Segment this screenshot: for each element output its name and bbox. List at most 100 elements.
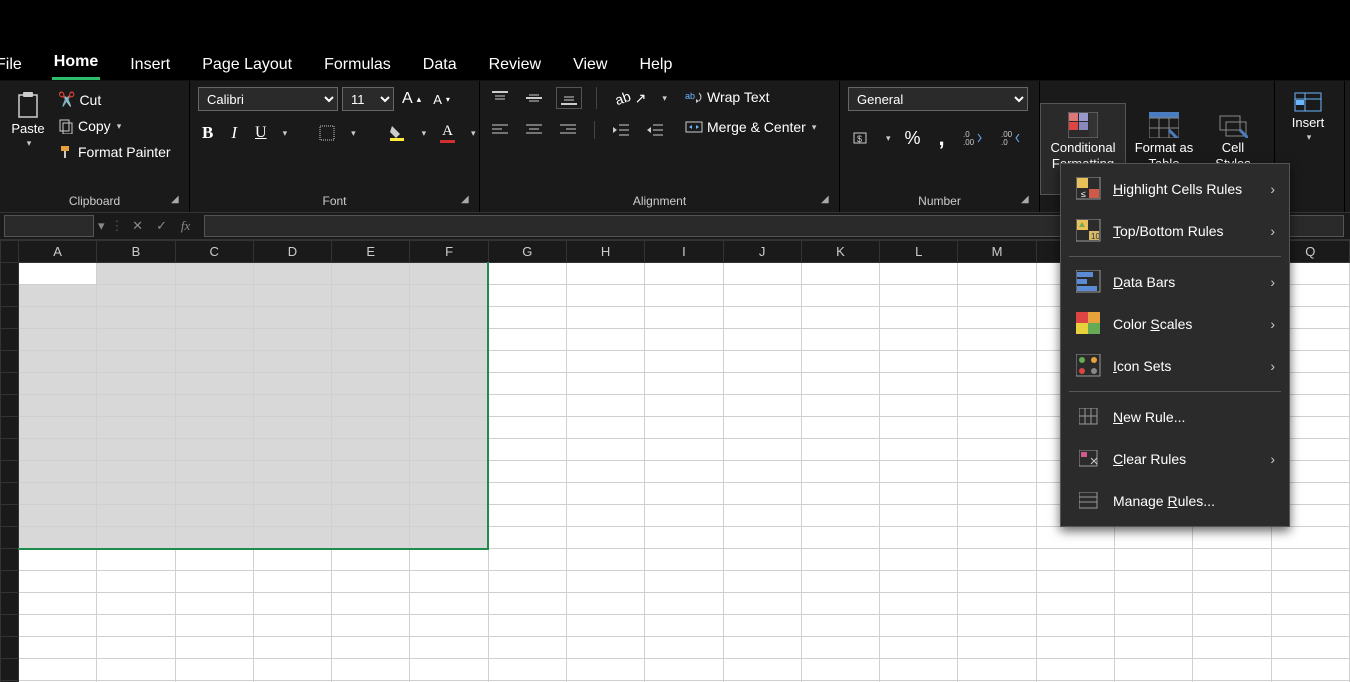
- dialog-launcher-icon[interactable]: ◢: [171, 194, 183, 206]
- underline-button[interactable]: U: [251, 122, 271, 144]
- dialog-launcher-icon[interactable]: ◢: [461, 194, 473, 206]
- font-color-button[interactable]: A: [436, 121, 459, 145]
- cell[interactable]: [723, 417, 801, 439]
- row-header[interactable]: [1, 307, 19, 329]
- cell[interactable]: [801, 593, 879, 615]
- cell[interactable]: [1193, 659, 1271, 681]
- cell[interactable]: [645, 549, 723, 571]
- cell[interactable]: [566, 637, 644, 659]
- cell[interactable]: [645, 329, 723, 351]
- cell[interactable]: [488, 637, 566, 659]
- cell[interactable]: [19, 461, 97, 483]
- cell[interactable]: [801, 505, 879, 527]
- column-header[interactable]: L: [880, 241, 958, 263]
- cell[interactable]: [566, 439, 644, 461]
- cell[interactable]: [1036, 527, 1114, 549]
- row-header[interactable]: [1, 461, 19, 483]
- row-header[interactable]: [1, 373, 19, 395]
- cell[interactable]: [958, 285, 1036, 307]
- cell[interactable]: [958, 307, 1036, 329]
- cell[interactable]: [488, 549, 566, 571]
- cell[interactable]: [410, 637, 488, 659]
- cell[interactable]: [1271, 615, 1350, 637]
- accounting-format-button[interactable]: $: [848, 128, 874, 148]
- row-header[interactable]: [1, 329, 19, 351]
- menu-highlight-cells-rules[interactable]: ≤ Highlight Cells Rules ›: [1061, 168, 1289, 210]
- cell[interactable]: [958, 329, 1036, 351]
- cell[interactable]: [253, 285, 331, 307]
- cell[interactable]: [880, 637, 958, 659]
- cell[interactable]: [410, 461, 488, 483]
- tab-view[interactable]: View: [571, 50, 609, 80]
- cell[interactable]: [723, 285, 801, 307]
- cell[interactable]: [488, 285, 566, 307]
- cell[interactable]: [958, 527, 1036, 549]
- cell[interactable]: [1114, 659, 1192, 681]
- cell[interactable]: [332, 549, 410, 571]
- cell[interactable]: [97, 571, 175, 593]
- cell[interactable]: [801, 285, 879, 307]
- cell[interactable]: [1036, 615, 1114, 637]
- cell[interactable]: [410, 615, 488, 637]
- cell[interactable]: [566, 549, 644, 571]
- cell[interactable]: [19, 571, 97, 593]
- cell[interactable]: [488, 263, 566, 285]
- row-header[interactable]: [1, 659, 19, 681]
- cell[interactable]: [488, 527, 566, 549]
- cell[interactable]: [723, 527, 801, 549]
- cell[interactable]: [175, 285, 253, 307]
- column-header[interactable]: E: [332, 241, 410, 263]
- cell[interactable]: [566, 329, 644, 351]
- cell[interactable]: [97, 615, 175, 637]
- cell[interactable]: [958, 549, 1036, 571]
- cell[interactable]: [410, 395, 488, 417]
- cell[interactable]: [410, 593, 488, 615]
- number-format-select[interactable]: General: [848, 87, 1028, 111]
- cell[interactable]: [880, 395, 958, 417]
- cell[interactable]: [97, 263, 175, 285]
- cell[interactable]: [1114, 615, 1192, 637]
- cell[interactable]: [253, 571, 331, 593]
- menu-icon-sets[interactable]: Icon Sets ›: [1061, 345, 1289, 387]
- cell[interactable]: [880, 461, 958, 483]
- cell[interactable]: [645, 527, 723, 549]
- cell[interactable]: [488, 659, 566, 681]
- cell[interactable]: [332, 307, 410, 329]
- cell[interactable]: [1036, 571, 1114, 593]
- cell[interactable]: [880, 527, 958, 549]
- menu-data-bars[interactable]: Data Bars ›: [1061, 261, 1289, 303]
- cell[interactable]: [410, 373, 488, 395]
- bold-button[interactable]: B: [198, 121, 217, 145]
- cell[interactable]: [253, 593, 331, 615]
- cell[interactable]: [19, 417, 97, 439]
- cell[interactable]: [880, 439, 958, 461]
- column-header[interactable]: M: [958, 241, 1036, 263]
- cell[interactable]: [566, 351, 644, 373]
- cell[interactable]: [175, 549, 253, 571]
- cell[interactable]: [880, 351, 958, 373]
- cell[interactable]: [332, 505, 410, 527]
- cell[interactable]: [566, 571, 644, 593]
- cell[interactable]: [253, 659, 331, 681]
- increase-indent-button[interactable]: [643, 121, 667, 139]
- cell[interactable]: [332, 615, 410, 637]
- cell[interactable]: [97, 461, 175, 483]
- cell[interactable]: [1036, 549, 1114, 571]
- cell[interactable]: [801, 659, 879, 681]
- cell[interactable]: [1036, 593, 1114, 615]
- cell[interactable]: [801, 329, 879, 351]
- cell[interactable]: [958, 571, 1036, 593]
- cell[interactable]: [253, 373, 331, 395]
- cell[interactable]: [723, 263, 801, 285]
- row-header[interactable]: [1, 505, 19, 527]
- cell[interactable]: [332, 373, 410, 395]
- cell[interactable]: [1036, 637, 1114, 659]
- cell[interactable]: [253, 549, 331, 571]
- cell[interactable]: [97, 417, 175, 439]
- select-all-corner[interactable]: [1, 241, 19, 263]
- cell[interactable]: [488, 483, 566, 505]
- cell[interactable]: [801, 439, 879, 461]
- cell[interactable]: [1271, 593, 1350, 615]
- tab-insert[interactable]: Insert: [128, 50, 172, 80]
- cell[interactable]: [723, 659, 801, 681]
